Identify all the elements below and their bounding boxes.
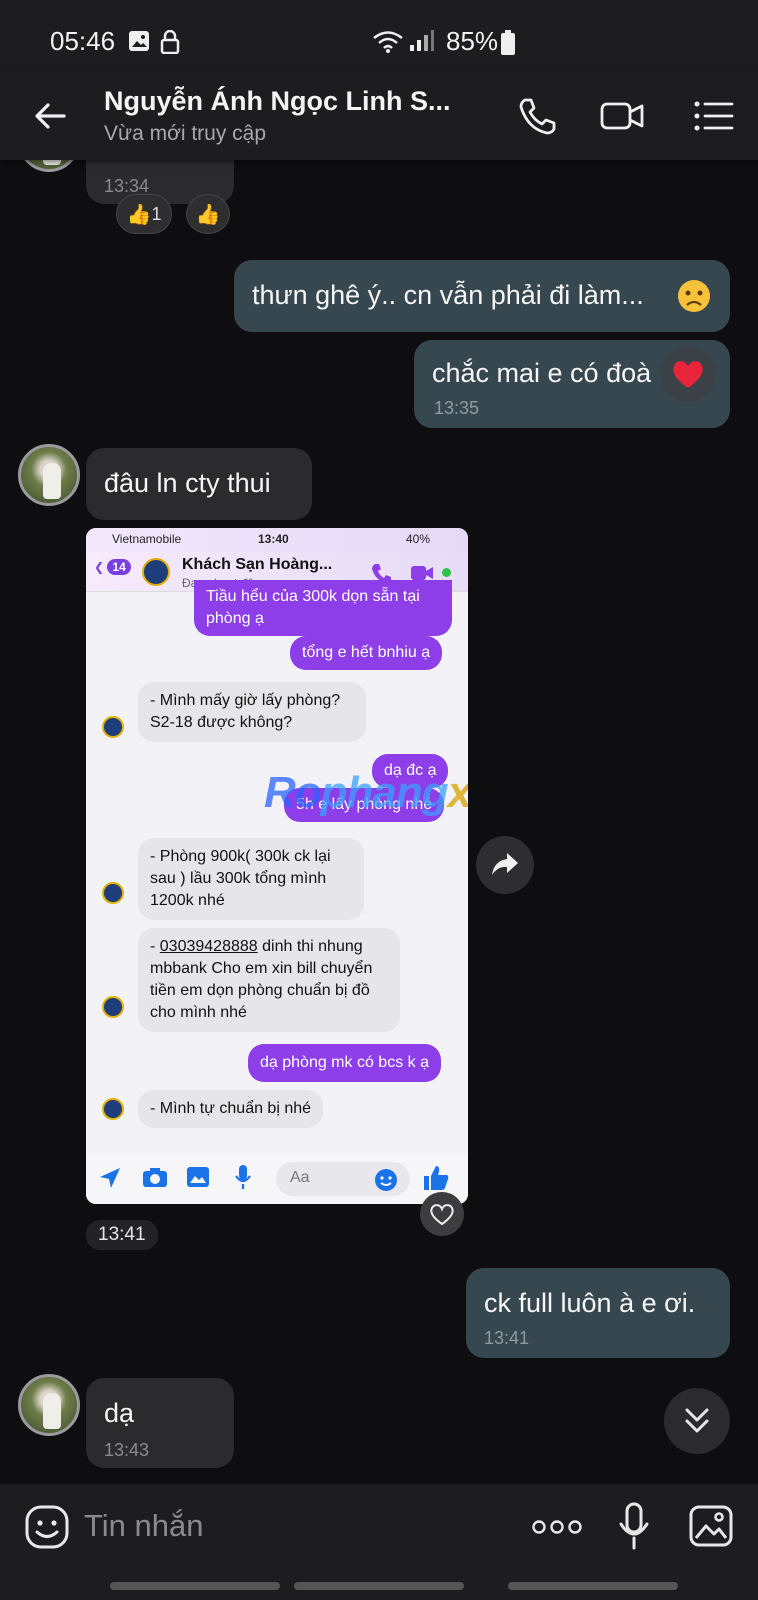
image-mic-icon [235,1165,251,1189]
thumbs-up-icon: 👍 [195,203,221,226]
video-call-icon[interactable] [600,96,644,136]
heart-outline-icon [430,1204,454,1226]
gallery-picker-icon[interactable] [688,1504,734,1548]
message-text: chắc mai e có đoà [432,358,652,388]
add-reaction-button[interactable]: 👍 [186,194,230,234]
image-status-bar: Vietnamobile 13:40 40% [86,528,468,552]
message-bubble-incoming[interactable]: dạ 13:43 [86,1378,234,1468]
image-carrier: Vietnamobile [112,532,182,546]
image-hotel-avatar-small [102,996,124,1018]
image-online-dot [442,568,451,577]
image-location-icon [100,1168,120,1188]
message-time: 13:35 [434,398,480,418]
contact-status: Vừa mới truy cập [104,122,267,145]
image-battery: 40% [406,532,431,546]
image-back-button: ❮ 14 [94,559,132,584]
status-time: 05:46 [50,26,116,56]
image-msg-out: Tiầu hểu của 300k dọn sẵn tại phòng ạ [194,580,452,636]
contact-avatar[interactable] [18,1374,80,1436]
message-input[interactable]: Tin nhắn [84,1508,204,1544]
more-options-icon[interactable] [532,1520,582,1534]
double-chevron-down-icon [685,1408,709,1433]
contact-avatar[interactable] [18,444,80,506]
heart-reaction[interactable] [660,346,716,402]
image-like-icon [424,1166,449,1190]
menu-list-icon[interactable] [692,96,736,136]
reaction-badge[interactable]: 👍 1 [116,194,172,234]
image-camera-icon [143,1168,167,1187]
image-msg-out: tổng e hết bnhiu ạ [290,636,443,670]
image-hotel-avatar [142,558,170,586]
message-bubble-incoming[interactable]: đâu ln cty thui [86,448,312,520]
image-msg-out: dạ phòng mk có bcs k ạ [248,1044,441,1082]
emoji-icon[interactable] [24,1504,70,1550]
chat-header: Nguyễn Ánh Ngọc Linh S... Vừa mới truy c… [0,72,758,160]
message-text: thưn ghê ý.. cn vẫn phải đi làm... [252,280,644,310]
message-bubble-outgoing[interactable]: thưn ghê ý.. cn vẫn phải đi làm... [234,260,730,332]
reaction-count: 1 [151,203,162,224]
message-text: đâu ln cty thui [104,468,271,498]
message-composer: Tin nhắn [0,1484,758,1570]
scroll-to-bottom-button[interactable] [664,1388,730,1454]
image-emoji-icon [375,1169,397,1191]
system-nav-bar [0,1570,758,1600]
microphone-icon[interactable] [618,1502,650,1550]
shared-image[interactable]: Vietnamobile 13:40 40% ❮ 14 Khách Sạn Ho… [86,528,468,1204]
image-hotel-avatar-small [102,716,124,738]
image-composer: Aa [86,1154,468,1204]
message-time: 13:43 [104,1440,150,1460]
contact-name[interactable]: Nguyễn Ánh Ngọc Linh S... [104,86,451,117]
image-hotel-avatar-small [102,1098,124,1120]
message-time: 13:41 [484,1328,530,1348]
gallery-icon [129,31,149,51]
heart-icon [673,361,703,388]
forward-arrow-icon [492,853,518,875]
image-msg-in: - Mình mấy giờ lấy phòng? S2-18 được khô… [138,682,366,742]
thumbs-up-icon: 👍 [126,203,152,226]
image-hotel-avatar-small [102,882,124,904]
status-bar: 05:46 85% [0,0,758,72]
forward-button[interactable] [476,836,534,894]
battery-percent: 85% [446,26,499,56]
image-msg-in: - 03039428888 dinh thi nhung mbbank Cho … [138,928,400,1032]
message-bubble-outgoing[interactable]: ck full luôn à e ơi. 13:41 [466,1268,730,1358]
sad-face-emoji-icon [678,280,710,312]
like-image-button[interactable] [420,1192,464,1236]
image-msg-in: - Phòng 900k( 300k ck lại sau ) lầu 300k… [138,838,364,920]
message-text: dạ [104,1398,135,1428]
lock-icon [160,30,180,54]
image-contact-name: Khách Sạn Hoàng... [182,556,333,573]
image-time: 13:41 [86,1220,158,1250]
image-clock: 13:40 [258,532,289,546]
wifi-icon [373,31,403,53]
phone-icon[interactable] [516,96,560,136]
image-msg-in: - Mình tự chuẩn bị nhé [138,1090,324,1128]
nav-recents[interactable] [110,1582,280,1590]
signal-icon [410,30,434,51]
nav-back[interactable] [508,1582,678,1590]
image-photo-icon [187,1167,209,1187]
back-arrow-icon[interactable] [30,96,70,136]
battery-icon [501,30,515,55]
message-text: ck full luôn à e ơi. [484,1288,696,1318]
watermark: Rophangx [264,768,468,817]
nav-home[interactable] [294,1582,464,1590]
